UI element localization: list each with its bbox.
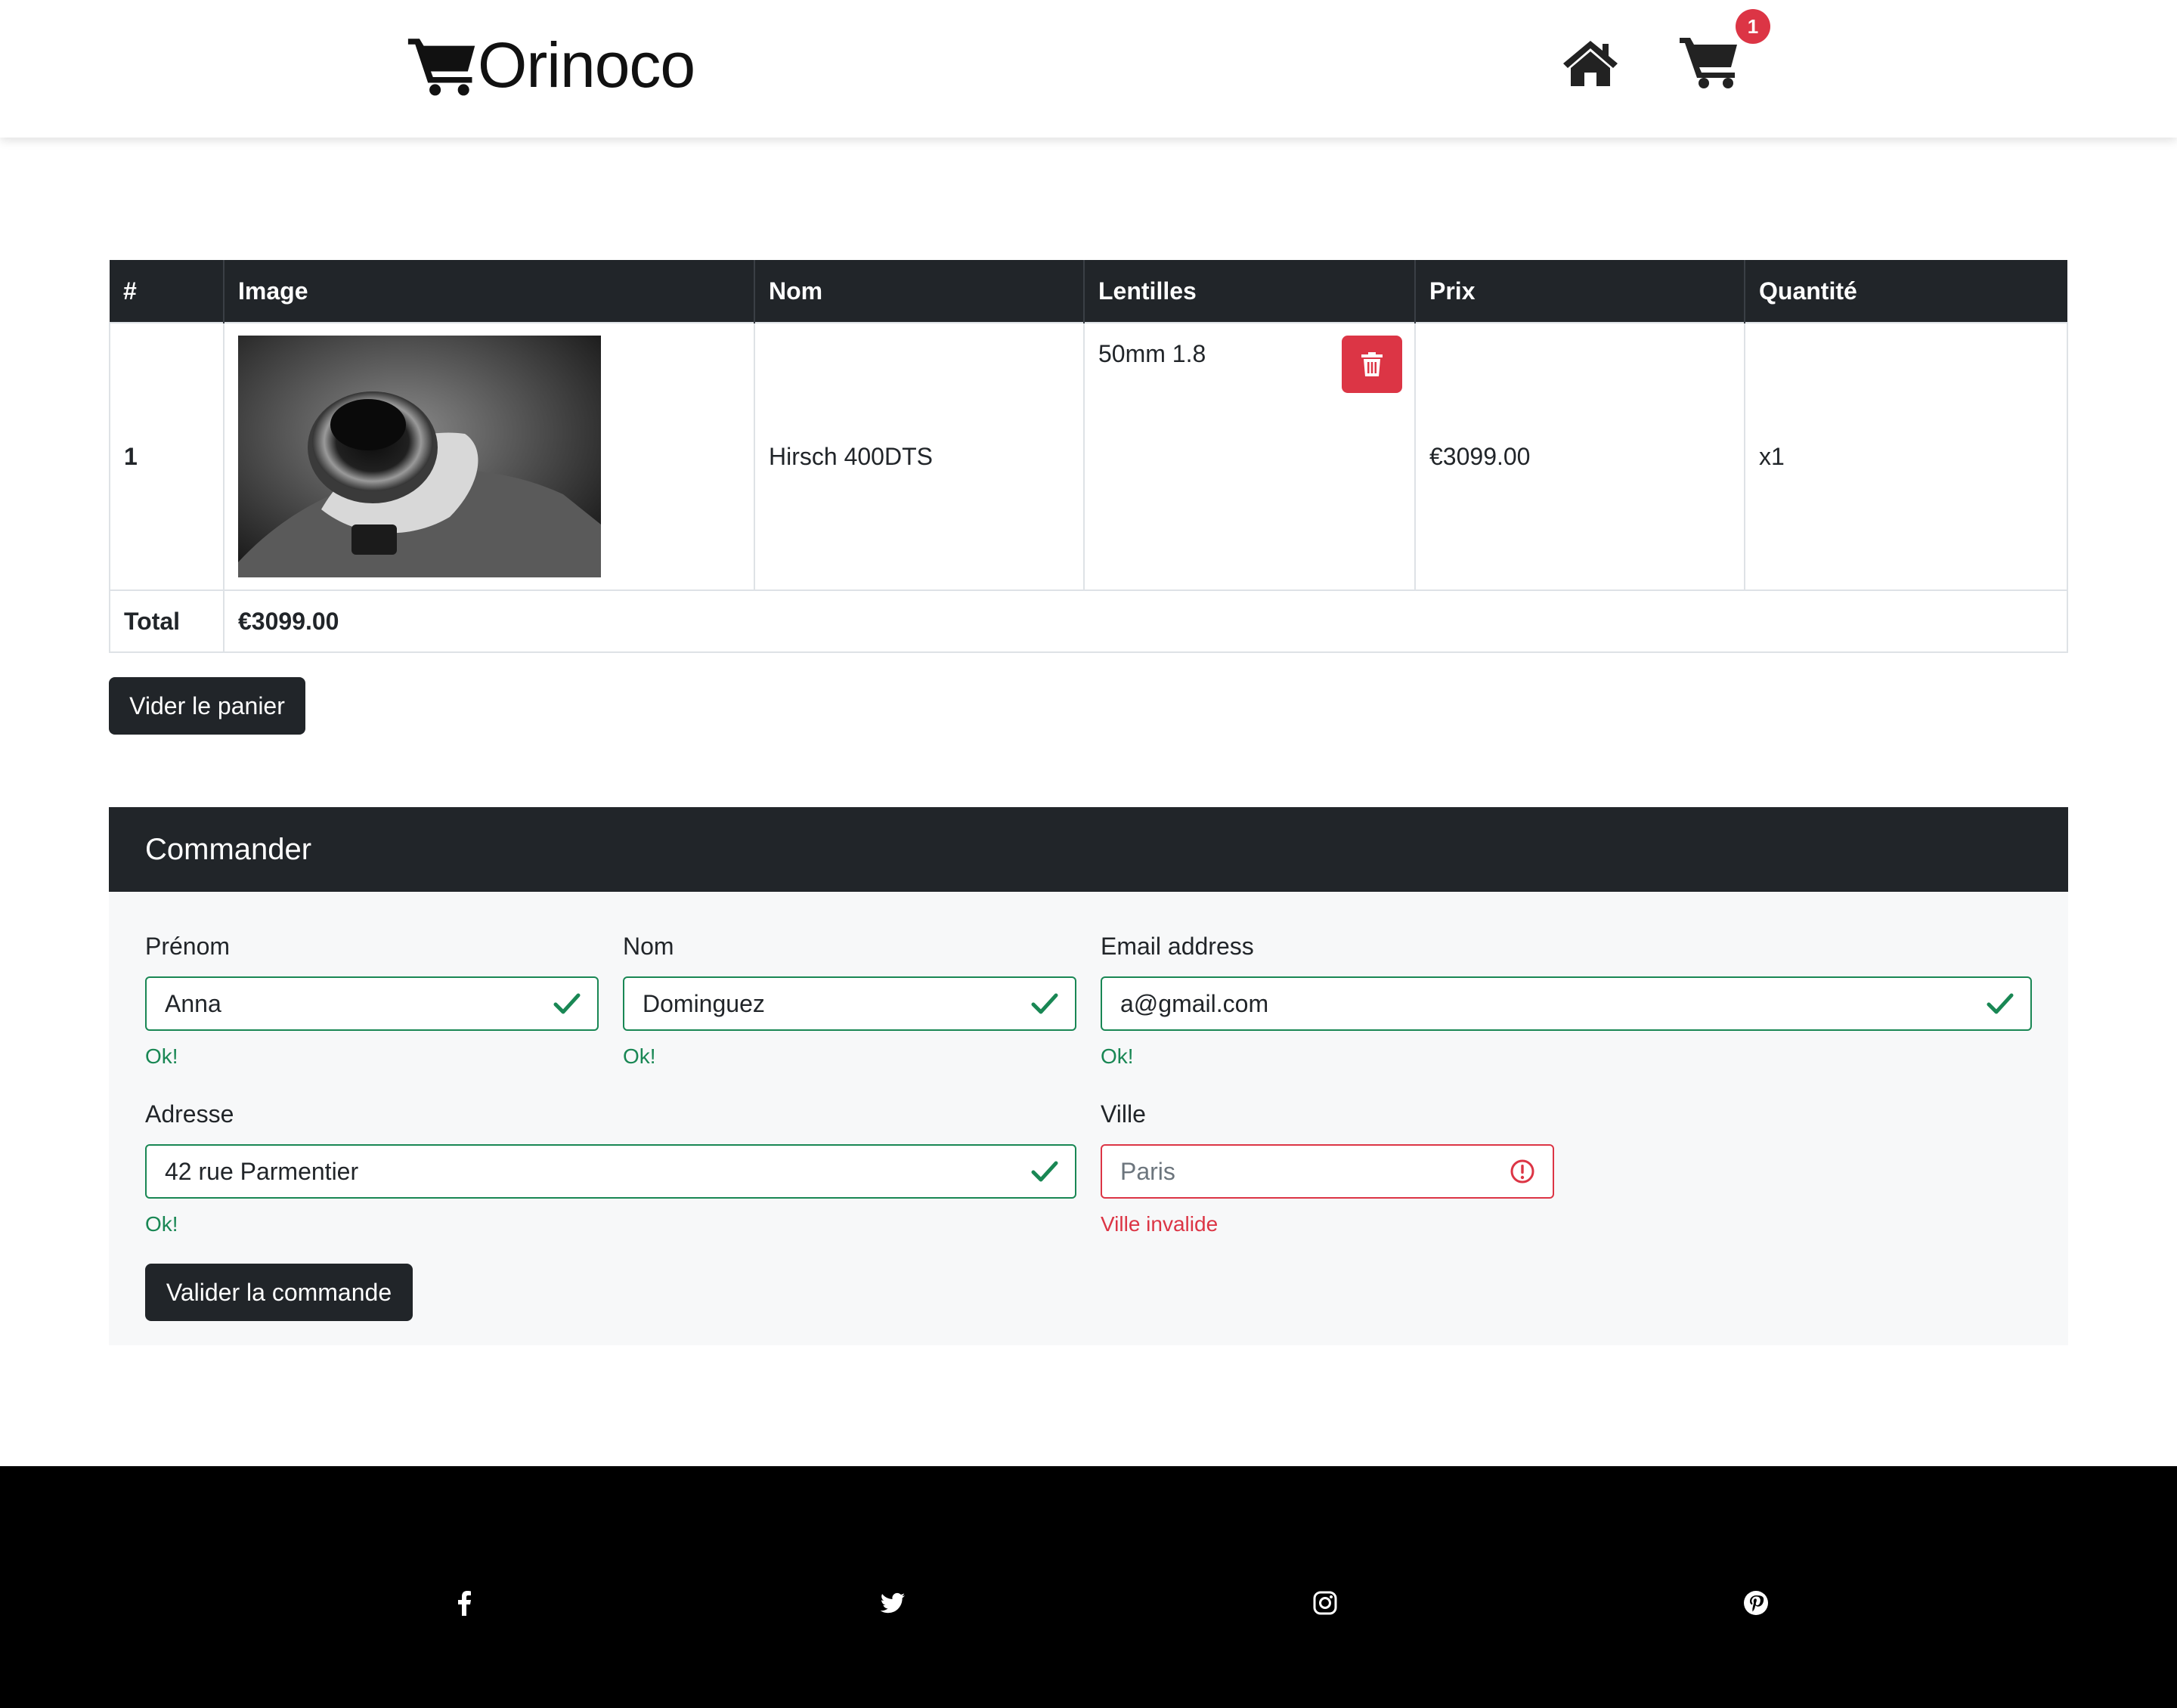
col-index: # xyxy=(110,260,225,323)
firstname-feedback: Ok! xyxy=(145,1044,178,1068)
firstname-value: Anna xyxy=(165,989,221,1017)
city-feedback: Ville invalide xyxy=(1101,1212,1219,1236)
table-header-row: # Image Nom Lentilles Prix Quantité xyxy=(110,260,2067,323)
check-icon xyxy=(1987,993,2014,1014)
row-quantity: x1 xyxy=(1744,322,2068,591)
row-lens: 50mm 1.8 xyxy=(1098,340,1206,367)
instagram-icon[interactable] xyxy=(1312,1590,1338,1616)
col-lens: Lentilles xyxy=(1084,260,1416,323)
delete-item-button[interactable] xyxy=(1342,336,1402,393)
firstname-field[interactable]: Anna xyxy=(145,976,599,1031)
col-price: Prix xyxy=(1415,260,1745,323)
col-image: Image xyxy=(224,260,755,323)
email-feedback: Ok! xyxy=(1101,1044,1134,1068)
row-lens-cell: 50mm 1.8 xyxy=(1083,322,1416,591)
cart-table: # Image Nom Lentilles Prix Quantité 1 Hi… xyxy=(109,260,2068,653)
address-field[interactable]: 42 rue Parmentier xyxy=(145,1144,1076,1199)
email-value: a@gmail.com xyxy=(1120,989,1269,1017)
check-icon xyxy=(553,993,581,1014)
email-label: Email address xyxy=(1101,933,1254,960)
trash-icon xyxy=(1361,352,1383,376)
city-label: Ville xyxy=(1101,1100,1146,1128)
product-image xyxy=(238,336,601,577)
navbar: Orinoco 1 xyxy=(0,0,2177,138)
row-image-cell xyxy=(223,322,755,591)
total-value: €3099.00 xyxy=(223,589,2068,653)
twitter-icon[interactable] xyxy=(880,1590,906,1616)
address-label: Adresse xyxy=(145,1100,234,1128)
check-icon xyxy=(1031,993,1058,1014)
cart-count-badge: 1 xyxy=(1736,9,1770,44)
row-index: 1 xyxy=(109,322,225,591)
firstname-label: Prénom xyxy=(145,933,231,960)
empty-cart-button[interactable]: Vider le panier xyxy=(109,677,305,735)
city-placeholder: Paris xyxy=(1120,1157,1175,1185)
cart-logo-icon xyxy=(407,39,475,96)
col-quantity: Quantité xyxy=(1745,260,2067,323)
pinterest-icon[interactable] xyxy=(1743,1590,1769,1616)
row-price: €3099.00 xyxy=(1414,322,1745,591)
order-card-header: Commander xyxy=(109,807,2068,892)
lastname-field[interactable]: Dominguez xyxy=(623,976,1076,1031)
home-icon[interactable] xyxy=(1562,38,1619,88)
facebook-icon[interactable] xyxy=(452,1590,478,1616)
city-field[interactable]: Paris xyxy=(1101,1144,1554,1199)
address-feedback: Ok! xyxy=(145,1212,178,1236)
footer xyxy=(0,1466,2177,1708)
cart-icon[interactable] xyxy=(1680,35,1739,89)
lastname-feedback: Ok! xyxy=(623,1044,656,1068)
address-value: 42 rue Parmentier xyxy=(165,1157,359,1185)
col-name: Nom xyxy=(754,260,1085,323)
check-icon xyxy=(1031,1161,1058,1182)
email-field[interactable]: a@gmail.com xyxy=(1101,976,2032,1031)
submit-order-button[interactable]: Valider la commande xyxy=(145,1264,413,1321)
order-title: Commander xyxy=(145,832,312,866)
total-row: Total €3099.00 xyxy=(109,589,2068,653)
row-product-name: Hirsch 400DTS xyxy=(754,322,1085,591)
error-icon xyxy=(1510,1159,1534,1184)
brand-link[interactable]: Orinoco xyxy=(407,27,695,103)
brand-name: Orinoco xyxy=(478,29,695,101)
lastname-label: Nom xyxy=(623,933,674,960)
total-label: Total xyxy=(109,589,225,653)
lastname-value: Dominguez xyxy=(643,989,765,1017)
table-row: 1 Hirsch 400DTS 50mm 1.8 €3099.00 x1 xyxy=(109,322,2068,591)
